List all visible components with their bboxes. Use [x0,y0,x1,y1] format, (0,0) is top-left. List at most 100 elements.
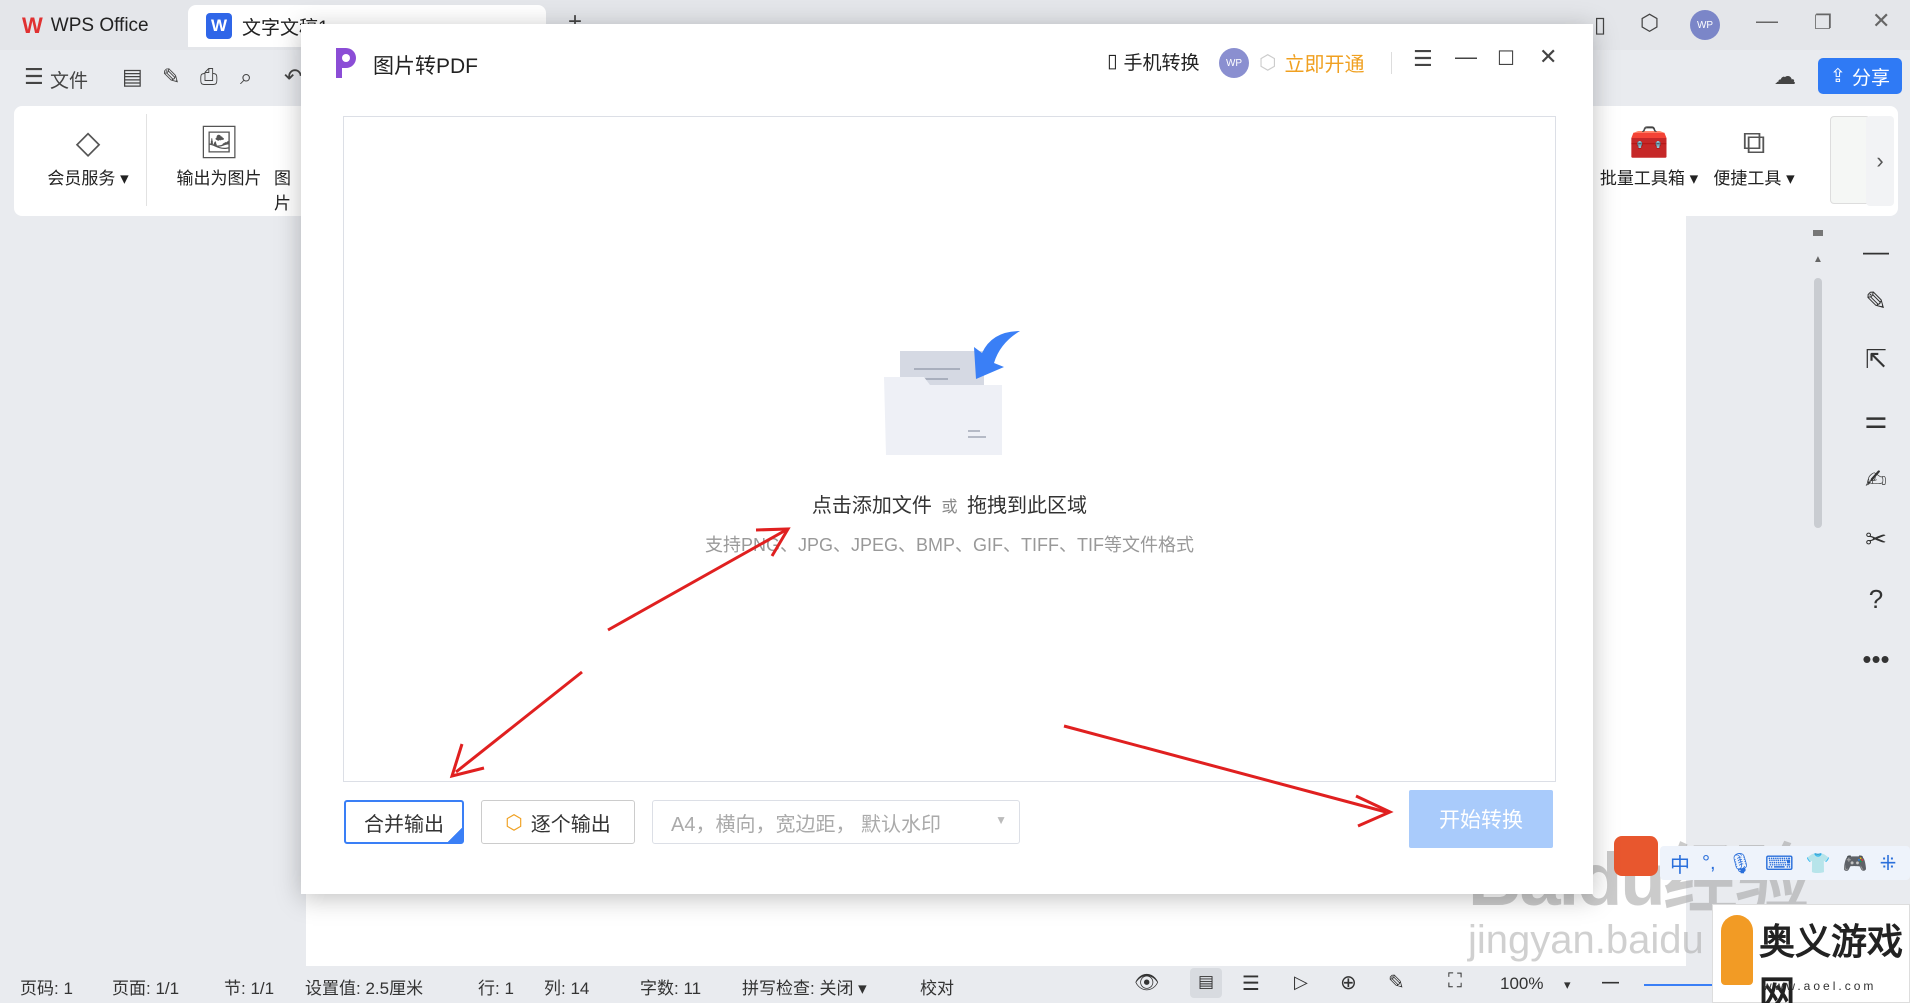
share-button[interactable]: ⇪ 分享 [1818,58,1902,94]
tab-wps-office[interactable]: W WPS Office [4,5,180,47]
restore-icon[interactable]: ❐ [1814,10,1832,35]
status-word-count[interactable]: 字数: 11 [640,974,701,999]
vip-coin-icon: ⬡ [1259,52,1277,74]
single-output-button[interactable]: ⬡ 逐个输出 [481,800,635,844]
start-convert-label: 开始转换 [1439,809,1523,832]
file-drop-zone[interactable]: 点击添加文件 或 拖拽到此区域 支持PNG、JPG、JPEG、BMP、GIF、T… [343,116,1556,782]
web-view-icon[interactable]: ⊕ [1340,970,1357,995]
undo-icon[interactable]: ↶ [284,64,302,90]
diamond-icon: ◇ [75,124,101,160]
status-page[interactable]: 页面: 1/1 [112,974,179,999]
click-add-file-link[interactable]: 点击添加文件 [812,495,932,517]
user-avatar[interactable]: WP [1690,10,1720,40]
print-preview-icon[interactable]: ⌕ [240,64,252,90]
zoom-out-icon[interactable]: — [1602,972,1619,992]
vertical-scrollbar-thumb[interactable] [1814,278,1822,528]
vip-badge-icon: ⬡ [505,811,523,834]
ime-toolbar[interactable]: 中 °, 🎙 ⌨ 👕 🎮 ⁜ [1660,846,1910,880]
status-page-code[interactable]: 页码: 1 [20,974,73,999]
activate-label: 立即开通 [1284,54,1365,76]
status-spell-check[interactable]: 拼写检查: 关闭 ▾ [742,974,867,999]
writer-doc-icon: W [206,13,232,39]
close-icon[interactable]: ✕ [1872,8,1890,34]
select-pointer-icon[interactable]: ⇱ [1858,344,1894,375]
status-row[interactable]: 行: 1 [478,974,514,999]
zoom-slider[interactable] [1644,984,1714,986]
quick-tools-button[interactable]: ⧉ 便捷工具 ▾ [1704,120,1804,189]
pen-icon[interactable]: ✎ [1858,286,1894,317]
image-partial-button[interactable]: 图片 [274,120,304,214]
zoom-dropdown-icon[interactable]: ▾ [1564,977,1571,993]
aoyi-watermark: 奥义游戏网 www.aoel.com [1712,904,1910,1003]
eye-protect-icon[interactable]: 👁 [1134,970,1159,995]
activate-vip-button[interactable]: ⬡ 立即开通 [1259,48,1364,77]
image-to-pdf-dialog: 图片转PDF ▯ 手机转换 WP ⬡ 立即开通 ☰ — ☐ ✕ 点击添加文件 或… [301,24,1593,894]
image-edit-icon[interactable]: ✍ [1858,464,1894,495]
help-icon[interactable]: ? [1858,584,1894,615]
ime-voice-icon[interactable]: 🎙 [1728,851,1753,876]
tools-icon[interactable]: ✂ [1858,524,1894,555]
dialog-close-icon[interactable]: ✕ [1539,44,1557,70]
member-service-label: 会员服务 [47,169,116,188]
phone-icon: ▯ [1107,51,1118,72]
baidu-paw-icon [1614,836,1658,876]
status-proofread[interactable]: 校对 [920,974,954,999]
menu-file[interactable]: 文件 [50,66,88,93]
export-image-button[interactable]: 🖼 输出为图片 [164,120,274,189]
dialog-menu-icon[interactable]: ☰ [1413,46,1433,72]
play-icon[interactable]: ▷ [1294,972,1308,993]
drag-here-text: 拖拽到此区域 [967,495,1088,517]
or-text: 或 [941,499,958,516]
reading-mode-icon[interactable]: ▯ [1594,12,1606,38]
jingyan-watermark: jingyan.baidu [1468,918,1704,962]
hamburger-icon[interactable]: ☰ [24,64,44,90]
status-setting[interactable]: 设置值: 2.5厘米 [305,974,423,999]
scroll-up-icon[interactable]: ▲ [1813,254,1823,265]
aoyi-url: www.aoel.com [1763,979,1877,993]
phone-convert-label: 手机转换 [1123,53,1200,74]
page-view-icon[interactable]: ▤ [1190,968,1222,998]
batch-tools-label: 批量工具箱 [1599,169,1685,188]
merge-output-button[interactable]: 合并输出 [344,800,464,844]
dialog-maximize-icon[interactable]: ☐ [1497,46,1515,71]
format-painter-icon[interactable]: ✎ [162,64,180,90]
quick-tools-icon: ⧉ [1742,124,1766,160]
tab-wps-label: WPS Office [50,15,149,36]
page-settings-select[interactable]: A4，横向，宽边距， 默认水印 ▼ [652,800,1020,844]
template-thumbnail[interactable] [1830,116,1870,204]
single-output-label: 逐个输出 [530,813,611,836]
status-col[interactable]: 列: 14 [544,974,589,999]
collapse-sidebar-icon[interactable]: — [1858,236,1894,267]
status-section[interactable]: 节: 1/1 [224,974,274,999]
fit-screen-icon[interactable]: ⛶ [1448,970,1462,993]
ime-punct-icon[interactable]: °, [1702,852,1716,875]
ime-chinese-icon[interactable]: 中 [1670,849,1690,878]
ime-game-icon[interactable]: 🎮 [1843,851,1868,876]
minimize-icon[interactable]: — [1756,8,1778,34]
folder-upload-icon [884,331,1020,455]
scroll-split-handle[interactable] [1813,230,1823,236]
phone-convert-button[interactable]: ▯ 手机转换 [1107,48,1199,75]
start-convert-button[interactable]: 开始转换 [1409,790,1553,848]
flame-logo-icon [1721,915,1753,985]
zoom-level[interactable]: 100% [1500,974,1543,994]
annotate-icon[interactable]: ✎ [1388,970,1405,995]
dialog-avatar[interactable]: WP [1219,48,1249,78]
print-icon[interactable]: ⎙ [200,64,218,90]
save-icon[interactable]: ▤ [122,64,143,90]
outline-view-icon[interactable]: ☰ [1242,971,1260,996]
ime-skin-icon[interactable]: 👕 [1806,851,1831,876]
quick-tools-label: 便捷工具 [1713,169,1782,188]
more-icon[interactable]: ••• [1858,644,1894,675]
drop-main-text: 点击添加文件 或 拖拽到此区域 [344,489,1555,518]
member-service-button[interactable]: ◇ 会员服务 ▾ [38,120,138,189]
ime-keyboard-icon[interactable]: ⌨ [1765,851,1794,876]
cloud-icon[interactable]: ☁ [1774,64,1796,90]
image-partial-label: 图片 [274,169,291,213]
ribbon-scroll-right-icon[interactable]: › [1866,116,1894,206]
adjust-sliders-icon[interactable]: ⚌ [1858,404,1894,435]
cube-icon[interactable]: ⬡ [1640,10,1659,36]
ime-apps-icon[interactable]: ⁜ [1880,851,1897,876]
batch-tools-button[interactable]: 🧰 批量工具箱 ▾ [1594,120,1704,189]
dialog-minimize-icon[interactable]: — [1455,44,1477,70]
